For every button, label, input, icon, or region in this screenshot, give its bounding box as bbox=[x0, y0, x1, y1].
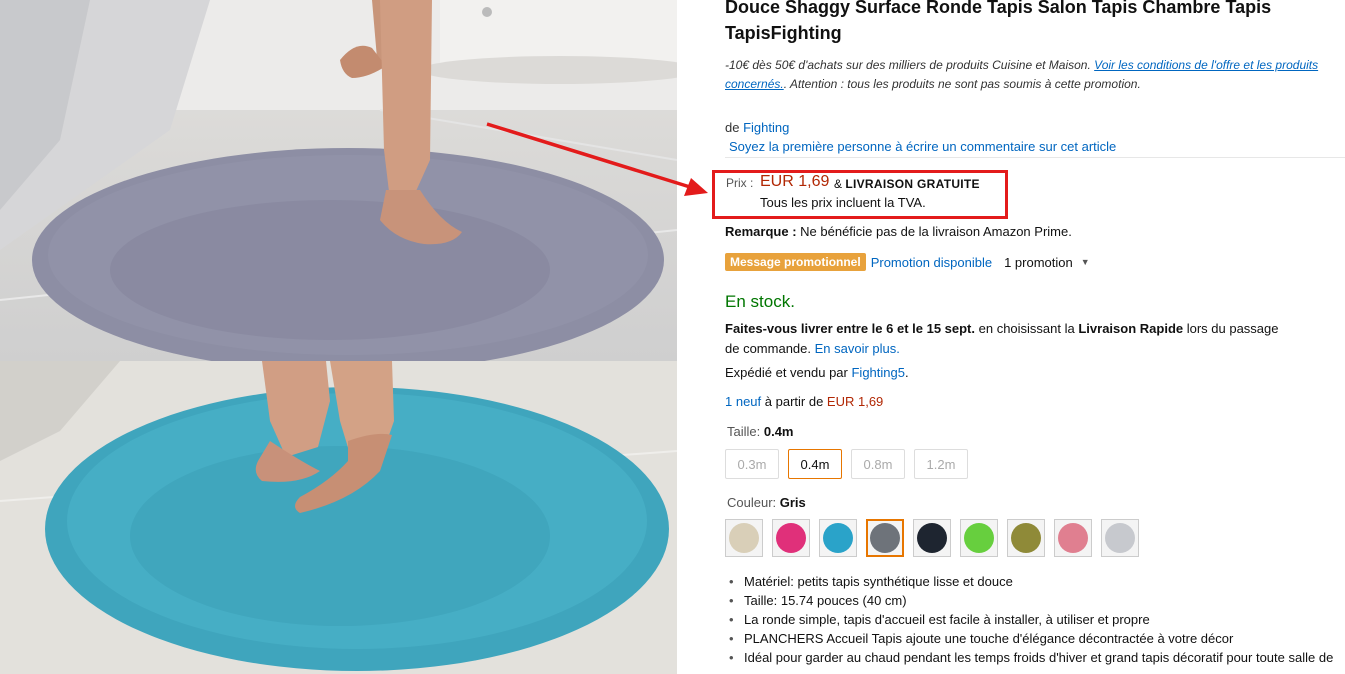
swatch-rug-thumb bbox=[1058, 523, 1088, 553]
delivery-dates: Faites-vous livrer entre le 6 et le 15 s… bbox=[725, 321, 976, 336]
color-swatch[interactable] bbox=[725, 519, 763, 557]
feature-bullet: Matériel: petits tapis synthétique lisse… bbox=[725, 572, 1345, 591]
size-option-0.4m[interactable]: 0.4m bbox=[788, 449, 842, 479]
size-label: Taille: 0.4m bbox=[727, 424, 794, 439]
color-swatch[interactable] bbox=[960, 519, 998, 557]
color-swatch[interactable] bbox=[1007, 519, 1045, 557]
promotion-count[interactable]: 1 promotion bbox=[1004, 255, 1073, 270]
color-label: Couleur: Gris bbox=[727, 495, 806, 510]
product-image-blue-rug[interactable] bbox=[0, 361, 677, 674]
shipping-info: & LIVRAISON GRATUITE bbox=[834, 177, 980, 191]
swatch-rug-thumb bbox=[964, 523, 994, 553]
remark-text: Ne bénéficie pas de la livraison Amazon … bbox=[796, 224, 1072, 239]
brand-link[interactable]: Fighting bbox=[743, 120, 789, 135]
offers-text: à partir de bbox=[761, 394, 827, 409]
chevron-down-icon[interactable]: ▼ bbox=[1081, 257, 1090, 267]
size-option-0.8m[interactable]: 0.8m bbox=[851, 449, 905, 479]
remark-label: Remarque : bbox=[725, 224, 797, 239]
feature-bullet: La ronde simple, tapis d'accueil est fac… bbox=[725, 610, 1345, 629]
size-option-0.3m[interactable]: 0.3m bbox=[725, 449, 779, 479]
swatch-rug-thumb bbox=[917, 523, 947, 553]
swatch-rug-thumb bbox=[729, 523, 759, 553]
feature-bullet: Idéal pour garder au chaud pendant les t… bbox=[725, 648, 1345, 667]
shipped-by: Expédié et vendu par Fighting5. bbox=[725, 365, 909, 380]
shipped-suffix: . bbox=[904, 365, 909, 380]
price-value: EUR 1,69 bbox=[760, 173, 830, 190]
free-shipping-label: LIVRAISON GRATUITE bbox=[845, 177, 980, 191]
learn-more-link[interactable]: En savoir plus. bbox=[815, 341, 900, 356]
size-option-1.2m[interactable]: 1.2m bbox=[914, 449, 968, 479]
price-label: Prix : bbox=[726, 176, 754, 190]
delivery-text-1: en choisissant la bbox=[975, 321, 1079, 336]
color-swatch[interactable] bbox=[772, 519, 810, 557]
swatch-rug-thumb bbox=[1011, 523, 1041, 553]
shipped-prefix: Expédié et vendu par bbox=[725, 365, 852, 380]
color-swatches bbox=[725, 519, 1139, 557]
color-swatch[interactable] bbox=[819, 519, 857, 557]
swatch-rug-thumb bbox=[823, 523, 853, 553]
write-review-link[interactable]: Soyez la première personne à écrire un c… bbox=[729, 139, 1116, 154]
grey-rug-photo bbox=[0, 0, 677, 361]
color-swatch[interactable] bbox=[913, 519, 951, 557]
divider bbox=[725, 157, 1345, 158]
shipping-amp: & bbox=[834, 177, 846, 191]
new-offers-link[interactable]: 1 neuf bbox=[725, 394, 761, 409]
color-label-text: Couleur: bbox=[727, 495, 780, 510]
feature-bullet: Taille: 15.74 pouces (40 cm) bbox=[725, 591, 1345, 610]
stock-status: En stock. bbox=[725, 292, 795, 311]
brand-line: de Fighting bbox=[725, 120, 789, 135]
product-title: Douce Shaggy Surface Ronde Tapis Salon T… bbox=[725, 0, 1272, 43]
tva-note: Tous les prix incluent la TVA. bbox=[760, 195, 926, 210]
remark: Remarque : Ne bénéficie pas de la livrai… bbox=[725, 224, 1072, 239]
size-options: 0.3m 0.4m 0.8m 1.2m bbox=[725, 449, 968, 479]
feature-bullets: Matériel: petits tapis synthétique lisse… bbox=[725, 572, 1345, 667]
color-swatch[interactable] bbox=[866, 519, 904, 557]
delivery-info: Faites-vous livrer entre le 6 et le 15 s… bbox=[725, 319, 1285, 359]
size-label-text: Taille: bbox=[727, 424, 764, 439]
promotion-row: Message promotionnel Promotion disponibl… bbox=[725, 252, 1090, 272]
promotion-link[interactable]: Promotion disponible bbox=[871, 255, 992, 270]
product-image-grey-rug[interactable] bbox=[0, 0, 677, 361]
color-swatch[interactable] bbox=[1101, 519, 1139, 557]
promo-note: -10€ dès 50€ d'achats sur des milliers d… bbox=[725, 56, 1325, 94]
product-details-panel: Douce Shaggy Surface Ronde Tapis Salon T… bbox=[712, 0, 1345, 674]
delivery-speed: Livraison Rapide bbox=[1078, 321, 1184, 336]
size-selected: 0.4m bbox=[763, 424, 794, 439]
promo-note-tail: . Attention : tous les produits ne sont … bbox=[783, 77, 1141, 91]
swatch-rug-thumb bbox=[1105, 523, 1135, 553]
other-offers: 1 neuf à partir de EUR 1,69 bbox=[725, 394, 883, 409]
brand-prefix: de bbox=[725, 120, 744, 135]
swatch-rug-thumb bbox=[776, 523, 806, 553]
promo-badge: Message promotionnel bbox=[725, 253, 866, 271]
swatch-rug-thumb bbox=[870, 523, 900, 553]
color-selected: Gris bbox=[779, 495, 806, 510]
product-image-gallery[interactable] bbox=[0, 0, 677, 674]
color-swatch[interactable] bbox=[1054, 519, 1092, 557]
offers-price: EUR 1,69 bbox=[826, 394, 884, 409]
feature-bullet: PLANCHERS Accueil Tapis ajoute une touch… bbox=[725, 629, 1345, 648]
blue-rug-photo bbox=[0, 361, 677, 674]
promo-note-text: -10€ dès 50€ d'achats sur des milliers d… bbox=[725, 58, 1095, 72]
seller-link[interactable]: Fighting5 bbox=[851, 365, 904, 380]
